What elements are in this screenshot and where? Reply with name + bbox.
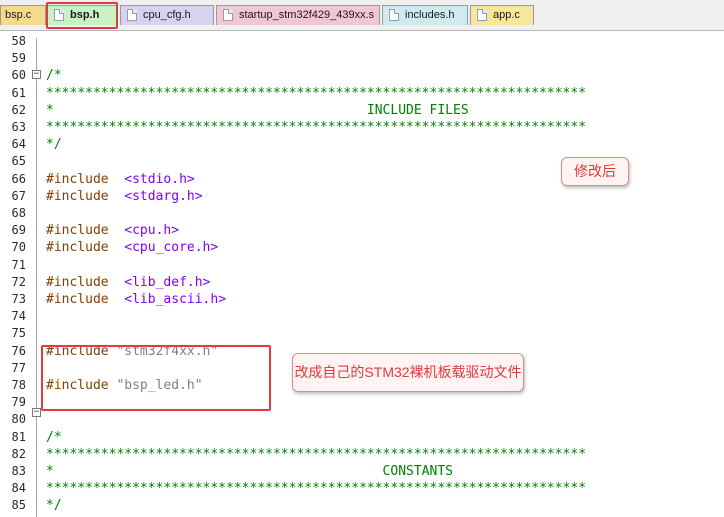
comment-text: */ xyxy=(46,498,62,514)
line-number: 69 xyxy=(11,223,26,238)
line-number: 74 xyxy=(11,309,26,324)
line-number: 67 xyxy=(11,188,26,203)
line-number: 72 xyxy=(11,274,26,289)
comment-text: ****************************************… xyxy=(46,85,587,101)
line-number: 81 xyxy=(11,429,26,444)
code-line: #include <lib_ascii.h> xyxy=(46,293,226,307)
line-number: 71 xyxy=(11,257,26,272)
file-icon xyxy=(223,9,233,21)
code-line: #include <lib_def.h> xyxy=(46,274,211,290)
preprocessor-directive: #include xyxy=(46,188,109,204)
code-line: #include <cpu.h> xyxy=(46,224,179,238)
line-number: 60 xyxy=(11,68,26,83)
tab-label: cpu_cfg.h xyxy=(143,9,191,21)
tab-label: bsp.c xyxy=(5,9,32,21)
line-number: 65 xyxy=(11,154,26,169)
header-name: <lib_def.h> xyxy=(124,274,211,290)
code-line: * INCLUDE FILES xyxy=(46,102,469,118)
line-number: 64 xyxy=(11,137,26,152)
line-number: 80 xyxy=(11,412,26,427)
comment-text: ****************************************… xyxy=(46,446,587,462)
preprocessor-directive: #include xyxy=(46,223,109,239)
comment-text: /* xyxy=(46,68,62,84)
code-line: ****************************************… xyxy=(46,482,586,496)
comment-text: ****************************************… xyxy=(46,120,587,135)
code-line: #include <stdio.h> xyxy=(46,171,195,187)
tab-label: includes.h xyxy=(405,9,455,21)
header-name: <stdio.h> xyxy=(124,171,195,187)
file-icon xyxy=(389,9,399,21)
preprocessor-directive: #include xyxy=(46,240,109,256)
editor-tab-bar: bsp.c bsp.h cpu_cfg.h startup_stm32f429_… xyxy=(0,0,724,31)
code-line: /* xyxy=(46,429,62,445)
line-number: 79 xyxy=(11,395,26,410)
code-line: */ xyxy=(46,138,62,152)
tab-label: app.c xyxy=(493,9,520,21)
line-number: 77 xyxy=(11,360,26,375)
comment-text: /* xyxy=(46,429,62,445)
preprocessor-directive: #include xyxy=(46,171,109,187)
line-number: 75 xyxy=(11,326,26,341)
file-icon xyxy=(127,9,137,21)
line-number: 84 xyxy=(11,481,26,496)
preprocessor-directive: #include xyxy=(46,274,109,290)
tab-cpu-cfg-h[interactable]: cpu_cfg.h xyxy=(120,5,214,25)
line-number: 70 xyxy=(11,240,26,255)
line-number: 59 xyxy=(11,51,26,66)
annotation-modified: 修改后 xyxy=(561,157,629,186)
tab-bsp-c[interactable]: bsp.c xyxy=(0,5,46,25)
code-line: #include <cpu_core.h> xyxy=(46,241,218,255)
tab-label: startup_stm32f429_439xx.s xyxy=(239,9,375,21)
code-line: ****************************************… xyxy=(46,446,587,462)
preprocessor-directive: #include xyxy=(46,292,109,307)
header-name: <lib_ascii.h> xyxy=(124,292,227,307)
line-number: 61 xyxy=(11,85,26,100)
fold-toggle-icon[interactable]: − xyxy=(32,70,41,79)
line-number: 63 xyxy=(11,120,26,134)
code-line: ****************************************… xyxy=(46,121,586,135)
code-line: #include <stdarg.h> xyxy=(46,188,203,204)
line-number: 85 xyxy=(11,498,26,513)
line-number: 62 xyxy=(11,102,26,117)
tab-includes-h[interactable]: includes.h xyxy=(382,5,468,25)
header-name: <stdarg.h> xyxy=(124,188,203,204)
header-name: <cpu_core.h> xyxy=(124,240,219,256)
line-number: 76 xyxy=(11,343,26,358)
line-number: 73 xyxy=(11,292,26,306)
tab-app-c[interactable]: app.c xyxy=(470,5,534,25)
annotation-note: 改成自己的STM32裸机板载驱动文件 xyxy=(292,353,524,392)
active-tab-highlight xyxy=(46,2,118,29)
include-highlight-box xyxy=(41,345,271,411)
code-line: */ xyxy=(46,499,62,513)
line-number: 82 xyxy=(11,446,26,461)
annotation-note-text: 改成自己的STM32裸机板载驱动文件 xyxy=(294,364,522,380)
fold-toggle-icon[interactable]: − xyxy=(32,408,41,417)
header-name: <cpu.h> xyxy=(124,223,180,239)
code-line: * CONSTANTS xyxy=(46,465,453,479)
file-icon xyxy=(477,9,487,21)
line-number: 58 xyxy=(11,34,26,48)
comment-text: */ xyxy=(46,137,62,153)
line-number: 66 xyxy=(11,171,26,186)
comment-text: * INCLUDE FILES xyxy=(46,102,469,118)
comment-text: ****************************************… xyxy=(46,481,587,497)
comment-text: * CONSTANTS xyxy=(46,464,453,479)
annotation-modified-text: 修改后 xyxy=(574,163,616,179)
tab-startup-s[interactable]: startup_stm32f429_439xx.s xyxy=(216,5,380,25)
line-number: 83 xyxy=(11,464,26,478)
line-number: 78 xyxy=(11,378,26,392)
code-line: /* xyxy=(46,69,62,83)
code-line: ****************************************… xyxy=(46,85,587,101)
fold-margin xyxy=(36,38,37,517)
line-number: 68 xyxy=(11,206,26,220)
